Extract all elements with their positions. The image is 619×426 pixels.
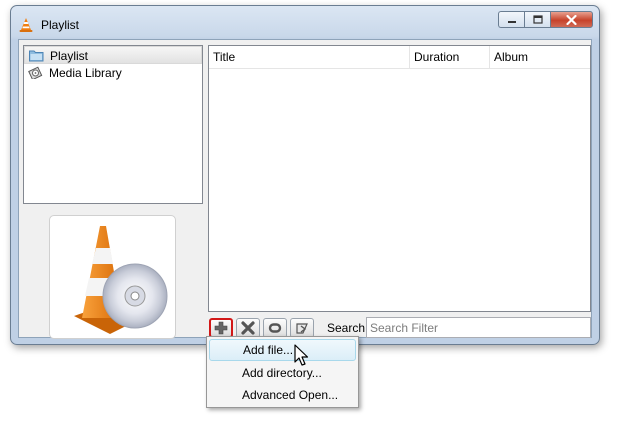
sidebar-item-media-library[interactable]: Media Library [24,64,202,82]
title-bar[interactable]: Playlist [11,6,599,40]
minimize-icon [507,20,516,23]
repeat-icon [268,323,282,333]
column-title[interactable]: Title [209,46,410,68]
window-controls [498,11,593,28]
media-library-icon [28,66,43,79]
maximize-button[interactable] [524,11,550,28]
column-label: Duration [414,50,460,64]
window-title: Playlist [41,18,80,32]
column-duration[interactable]: Duration [410,46,490,68]
add-button[interactable] [209,318,233,338]
menu-item-add-file[interactable]: Add file... [209,339,356,361]
menu-item-advanced-open[interactable]: Advanced Open... [209,384,356,406]
column-label: Title [213,50,236,64]
remove-icon [241,321,255,335]
search-label: Search [327,321,366,335]
remove-button[interactable] [236,318,260,338]
add-menu: Add file... Add directory... Advanced Op… [206,336,359,408]
maximize-icon [532,15,543,24]
sidebar-item-label: Playlist [50,49,89,63]
folder-icon [29,50,44,62]
vlc-logo-with-disc-icon [74,226,168,334]
close-button[interactable] [550,11,593,28]
add-icon [214,321,228,335]
minimize-button[interactable] [498,11,524,28]
column-label: Album [494,50,529,64]
close-icon [566,14,577,25]
art-preview [49,215,176,339]
column-album[interactable]: Album [490,46,590,68]
sidebar: Playlist Media Library [23,45,203,204]
playlist-window: Playlist Playlist Media Library Title Du… [10,5,600,345]
playlist-view[interactable]: Title Duration Album [208,45,591,312]
repeat-button[interactable] [263,318,287,338]
window-client-area: Playlist Media Library Title Duration Al… [18,39,592,339]
search-input[interactable] [366,317,591,338]
menu-item-label: Add directory... [242,366,322,380]
eject-button[interactable] [290,318,314,338]
menu-item-add-directory[interactable]: Add directory... [209,362,356,384]
menu-item-label: Advanced Open... [242,388,339,402]
sidebar-item-playlist[interactable]: Playlist [24,46,202,64]
vlc-cone-icon [19,18,33,32]
mouse-cursor-icon [294,344,309,366]
sidebar-item-label: Media Library [49,66,122,80]
eject-icon [296,323,308,334]
menu-item-label: Add file... [243,343,294,357]
playlist-header: Title Duration Album [209,46,590,69]
